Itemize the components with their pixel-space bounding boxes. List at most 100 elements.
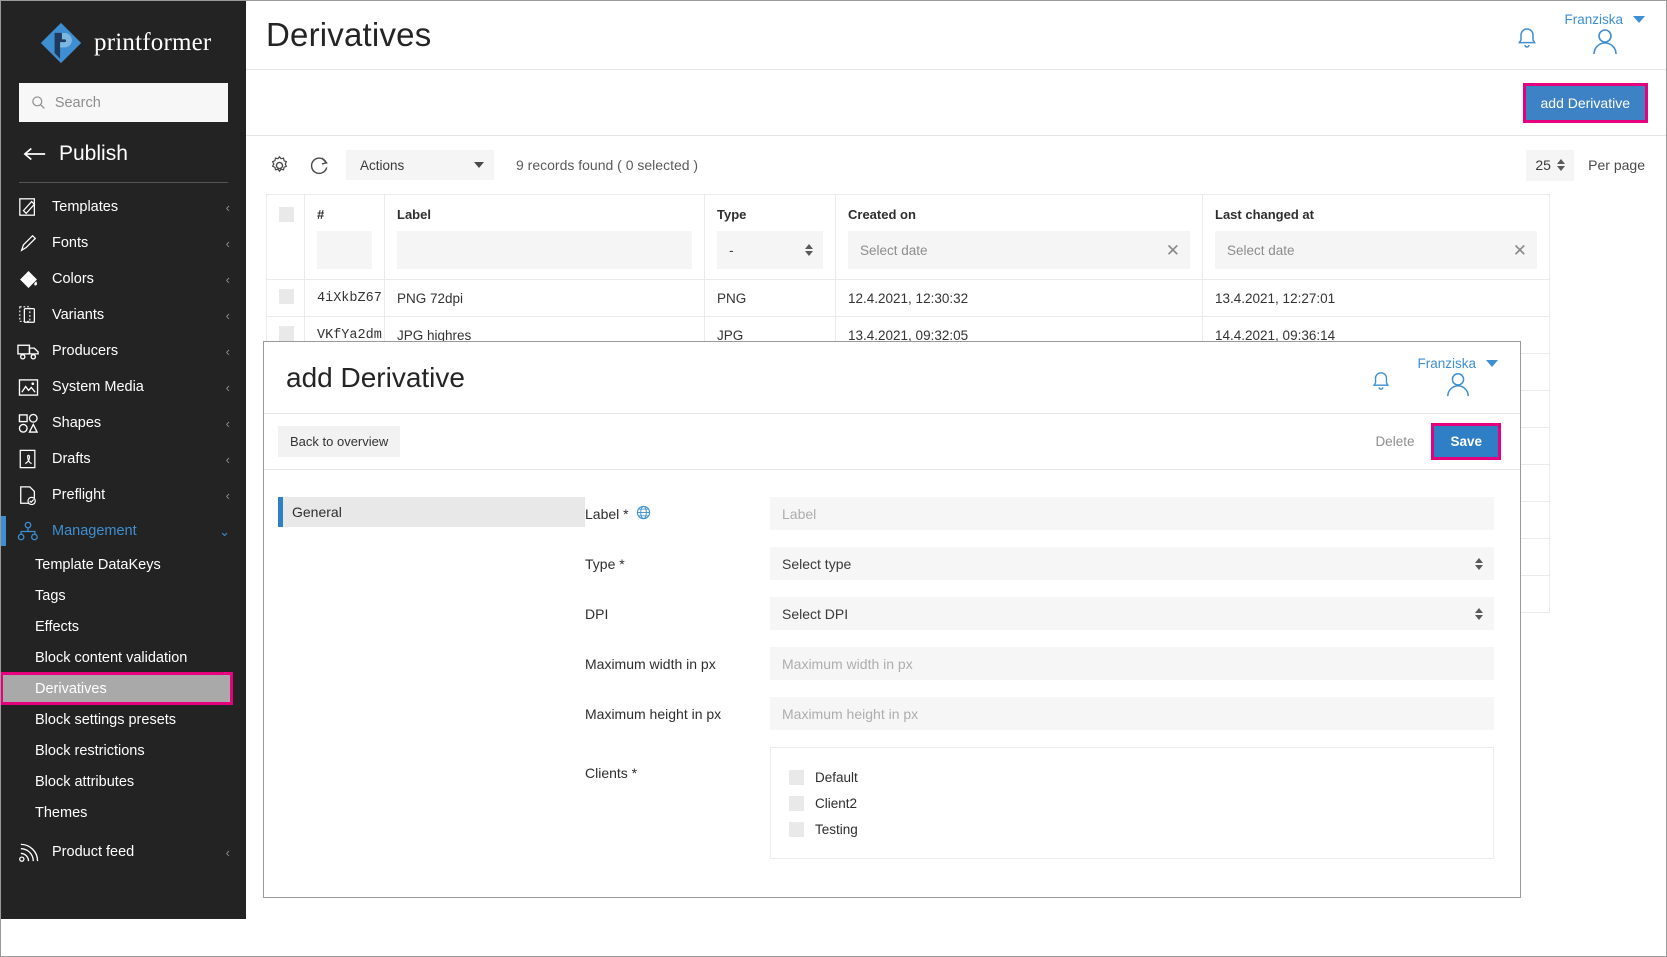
row-checkbox[interactable] (279, 326, 294, 341)
sidebar-subitem-block-settings-presets[interactable]: Block settings presets (1, 704, 246, 735)
client-checkbox[interactable] (789, 822, 804, 837)
table-head: # Label Type - (267, 195, 1550, 280)
brand[interactable]: printformer (1, 1, 246, 73)
chevron-left-icon: ‹ (226, 846, 230, 859)
filter-id-input[interactable] (317, 231, 372, 269)
sidebar-item-drafts[interactable]: Drafts ‹ (1, 441, 246, 477)
table-row[interactable]: 4iXkbZ67 PNG 72dpi PNG 12.4.2021, 12:30:… (267, 280, 1550, 317)
sidebar-item-colors[interactable]: Colors ‹ (1, 261, 246, 297)
sidebar-subitem-label: Block content validation (35, 650, 187, 666)
filter-changed-date[interactable]: Select date ✕ (1215, 231, 1537, 269)
user-name-row[interactable]: Franziska (1417, 356, 1498, 371)
sidebar-item-label: Preflight (52, 487, 105, 503)
row-id: 4iXkbZ67 (305, 280, 385, 317)
clients-field-control: Default Client2 Testing (770, 747, 1494, 859)
client-checkbox[interactable] (789, 770, 804, 785)
type-field-label: Type * (585, 556, 770, 572)
column-label: Label (385, 195, 705, 280)
pdf-icon (15, 448, 41, 470)
form-row-type: Type * Select type (585, 547, 1494, 580)
modal-tab-column: General (278, 497, 585, 876)
sidebar-item-templates[interactable]: Templates ‹ (1, 189, 246, 225)
sidebar-subitem-label: Block restrictions (35, 743, 145, 759)
sidebar-item-fonts[interactable]: Fonts ‹ (1, 225, 246, 261)
sidebar-item-variants[interactable]: Variants ‹ (1, 297, 246, 333)
client-option-testing[interactable]: Testing (789, 816, 1493, 842)
top-bar: Derivatives Franziska (246, 1, 1667, 70)
sidebar-subitem-themes[interactable]: Themes (1, 797, 246, 828)
close-icon[interactable]: ✕ (1513, 242, 1527, 259)
close-icon[interactable]: ✕ (1166, 242, 1180, 259)
column-type-label: Type (717, 207, 823, 222)
column-label-label: Label (397, 207, 692, 222)
column-id: # (305, 195, 385, 280)
globe-icon[interactable] (636, 505, 651, 523)
type-select[interactable]: Select type (770, 547, 1494, 580)
delete-button[interactable]: Delete (1361, 426, 1428, 457)
sidebar-subitem-template-datakeys[interactable]: Template DataKeys (1, 549, 246, 580)
chevron-left-icon: ‹ (226, 453, 230, 466)
user-name-row[interactable]: Franziska (1564, 12, 1645, 27)
select-all-checkbox[interactable] (279, 207, 294, 222)
type-field-control: Select type (770, 547, 1494, 580)
client-option-default[interactable]: Default (789, 764, 1493, 790)
clients-checkbox-group: Default Client2 Testing (770, 747, 1494, 859)
sidebar-item-system-media[interactable]: System Media ‹ (1, 369, 246, 405)
max-height-input[interactable] (770, 697, 1494, 730)
sidebar-subitem-derivatives[interactable]: Derivatives (1, 673, 232, 704)
sidebar-item-preflight[interactable]: Preflight ‹ (1, 477, 246, 513)
modal-action-bar: Back to overview Delete Save (264, 414, 1520, 470)
dpi-select[interactable]: Select DPI (770, 597, 1494, 630)
label-input[interactable] (770, 497, 1494, 530)
pen-icon (15, 232, 41, 254)
variants-icon (15, 304, 41, 326)
sidebar-subitem-label: Themes (35, 805, 87, 821)
client-option-label: Default (815, 770, 858, 785)
sidebar-subitem-block-attributes[interactable]: Block attributes (1, 766, 246, 797)
back-to-publish[interactable]: Publish (1, 122, 246, 172)
chevron-down-icon (1633, 16, 1645, 23)
dpi-field-control: Select DPI (770, 597, 1494, 630)
sidebar-item-management[interactable]: Management ⌄ (1, 513, 246, 549)
sidebar-subitem-block-content-validation[interactable]: Block content validation (1, 642, 246, 673)
sidebar-subitem-effects[interactable]: Effects (1, 611, 246, 642)
max-width-input[interactable] (770, 647, 1494, 680)
sidebar-item-product-feed[interactable]: Product feed ‹ (1, 834, 246, 870)
filter-created-date[interactable]: Select date ✕ (848, 231, 1190, 269)
back-to-overview-button[interactable]: Back to overview (278, 426, 400, 457)
sidebar-item-producers[interactable]: Producers ‹ (1, 333, 246, 369)
sidebar-item-label: Shapes (52, 415, 101, 431)
save-button[interactable]: Save (1434, 426, 1498, 457)
client-checkbox[interactable] (789, 796, 804, 811)
filter-type-select[interactable]: - (717, 231, 823, 269)
sidebar-subitem-block-restrictions[interactable]: Block restrictions (1, 735, 246, 766)
stepper-arrows-icon (805, 244, 813, 256)
sidebar-item-shapes[interactable]: Shapes ‹ (1, 405, 246, 441)
row-checkbox[interactable] (279, 289, 294, 304)
user-menu[interactable]: Franziska (1564, 12, 1645, 55)
filter-label-input[interactable] (397, 231, 692, 269)
add-derivative-button[interactable]: add Derivative (1526, 86, 1646, 120)
search-box[interactable] (19, 83, 228, 122)
search-input[interactable] (55, 95, 216, 111)
actions-dropdown[interactable]: Actions (346, 150, 494, 180)
column-created-on: Created on Select date ✕ (836, 195, 1203, 280)
user-menu[interactable]: Franziska (1417, 356, 1498, 397)
column-created-label: Created on (848, 207, 1190, 222)
active-indicator (1, 516, 6, 546)
bell-icon[interactable] (1371, 370, 1391, 397)
top-bar-right: Franziska (1516, 12, 1645, 59)
sidebar-subitem-label: Tags (35, 588, 66, 604)
gear-icon[interactable] (266, 152, 292, 178)
client-option-client2[interactable]: Client2 (789, 790, 1493, 816)
refresh-icon[interactable] (306, 152, 332, 178)
chevron-left-icon: ‹ (226, 273, 230, 286)
sidebar-subitem-label: Block settings presets (35, 712, 176, 728)
per-page-stepper[interactable]: 25 (1526, 150, 1574, 181)
sidebar-subitem-tags[interactable]: Tags (1, 580, 246, 611)
sidebar-item-label: Management (52, 523, 137, 539)
sidebar-subitem-label: Block attributes (35, 774, 134, 790)
tab-general[interactable]: General (278, 497, 585, 527)
column-type: Type - (705, 195, 836, 280)
bell-icon[interactable] (1516, 26, 1538, 55)
